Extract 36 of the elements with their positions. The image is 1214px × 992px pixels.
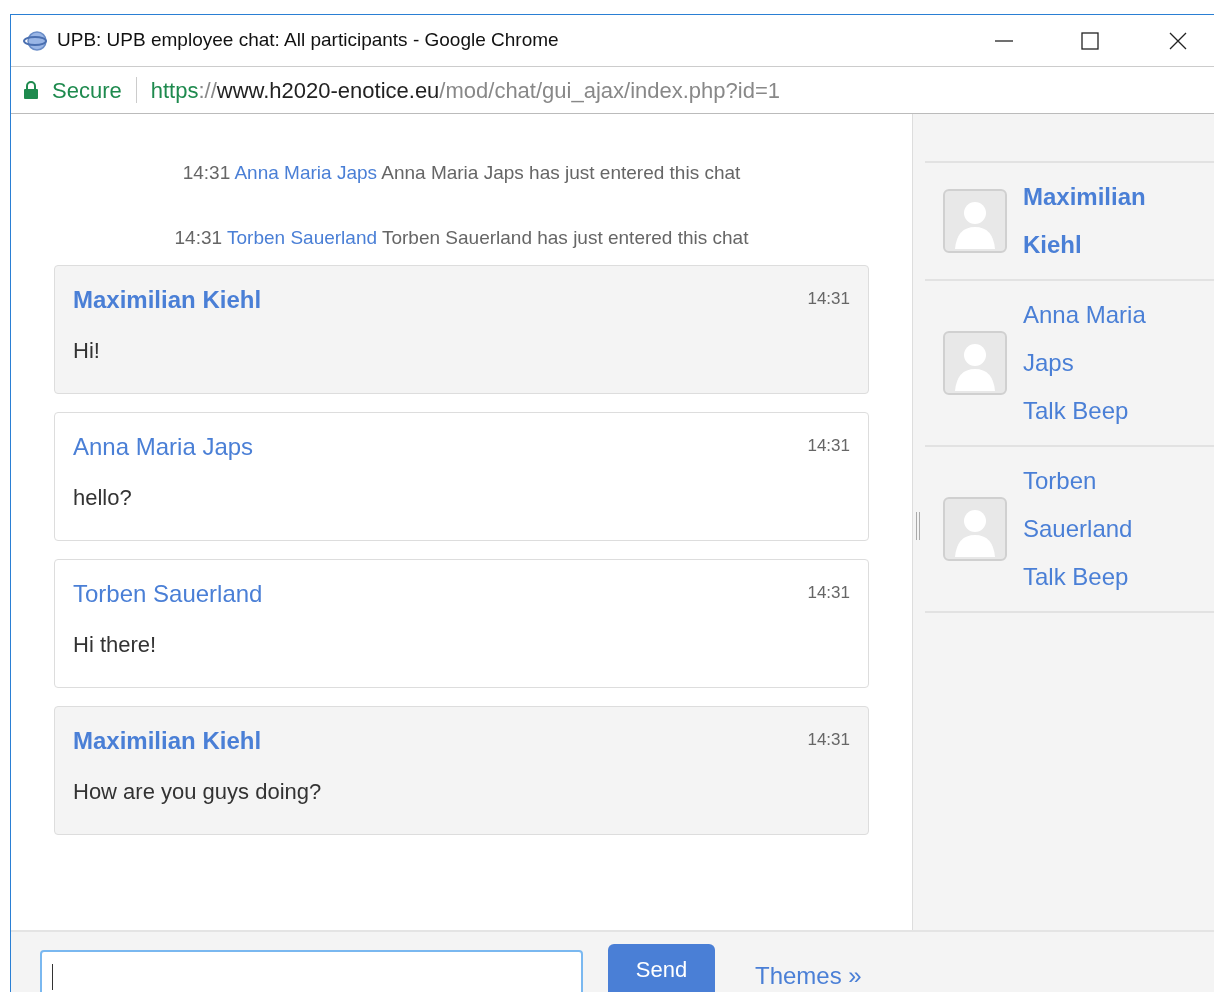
author-name[interactable]: Anna Maria Japs [73, 429, 254, 465]
chat-event: 14:31 Anna Maria Japs Anna Maria Japs has just entered this chat [181, 161, 742, 185]
message-time: 14:31 [807, 435, 850, 457]
avatar-icon [943, 497, 1007, 561]
message-time: 14:31 [807, 288, 850, 310]
maximize-icon[interactable] [1080, 30, 1100, 51]
lock-icon [23, 81, 39, 99]
author-name[interactable]: Maximilian Kiehl [73, 282, 262, 318]
user-link[interactable]: Anna Maria Japs [234, 162, 377, 183]
message-time: 14:31 [807, 582, 850, 604]
close-icon[interactable] [1168, 30, 1188, 51]
participant-name[interactable]: Maximilian [1023, 173, 1146, 221]
participant-name[interactable]: Japs [1023, 339, 1146, 387]
message-text: Hi there! [73, 631, 158, 659]
participant-name[interactable]: Kiehl [1023, 221, 1146, 269]
message-text: How are you guys doing? [73, 778, 323, 806]
user-link[interactable]: Torben Sauerland [227, 227, 377, 248]
talk-beep-link[interactable]: Talk Beep [1023, 553, 1133, 601]
message-time: 14:31 [807, 729, 850, 751]
message-text: Hi! [73, 337, 101, 365]
avatar-icon [943, 189, 1007, 253]
avatar-icon [943, 331, 1007, 395]
author-name[interactable]: Torben Sauerland [73, 576, 263, 612]
window-title: UPB: UPB employee chat: All participants - Google Chrome [57, 28, 559, 53]
author-name[interactable]: Maximilian Kiehl [73, 723, 262, 759]
url-text[interactable]: https://www.h2020-enotice.eu/mod/chat/gui_ajax/index.php?id=1 [150, 73, 780, 107]
themes-link[interactable]: Themes » [755, 958, 862, 992]
participant-name[interactable]: Torben [1023, 457, 1133, 505]
participant-name[interactable]: Sauerland [1023, 505, 1133, 553]
globe-icon [23, 28, 49, 53]
security-label: Secure [52, 76, 122, 105]
send-button[interactable]: Send [608, 944, 715, 992]
message-input[interactable] [40, 950, 583, 992]
message-text: hello? [73, 484, 133, 512]
talk-beep-link[interactable]: Talk Beep [1023, 387, 1146, 435]
participant-name[interactable]: Anna Maria [1023, 291, 1146, 339]
